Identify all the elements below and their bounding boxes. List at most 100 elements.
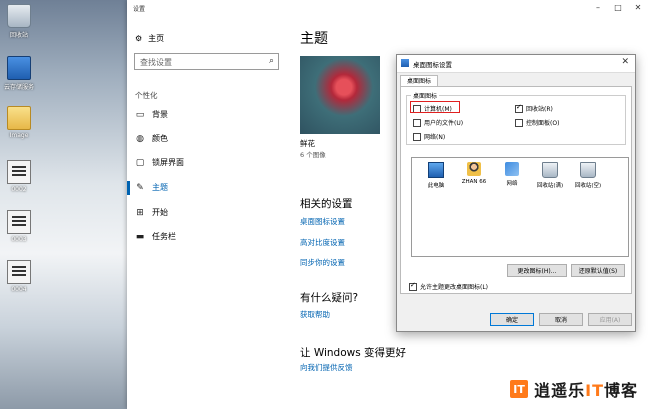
checkbox-label: 回收站(R) — [526, 106, 553, 113]
highlight-box — [410, 101, 460, 113]
checkbox-box[interactable] — [515, 103, 523, 113]
network-icon — [505, 162, 519, 176]
checkbox-allow-themes[interactable]: 允许主题更改桌面图标(L) — [409, 281, 488, 291]
file-icon — [7, 210, 31, 234]
desktop-icon-label: 回收站 — [9, 32, 28, 39]
brush-icon: ✎ — [136, 182, 144, 193]
restore-default-button[interactable]: 还原默认值(S) — [571, 264, 625, 277]
image-icon: ▭ — [135, 109, 145, 120]
checkbox-box[interactable] — [413, 118, 421, 127]
search-input[interactable]: 查找设置 ⌕ — [134, 53, 279, 70]
palette-icon: ◍ — [136, 133, 144, 144]
watermark-text: 逍遥乐IT博客 — [534, 377, 638, 401]
watermark-text-after: 博客 — [603, 381, 638, 400]
recycle-bin-icon — [7, 4, 31, 28]
start-icon: ⊞ — [136, 207, 144, 218]
nav-item-taskbar[interactable]: ▬ 任务栏 — [135, 231, 176, 242]
change-icon-button[interactable]: 更改图标(H)... — [507, 264, 567, 277]
section-label: 个性化 — [135, 91, 158, 100]
watermark: IT 逍遥乐IT博客 — [510, 377, 638, 401]
icon-label: 回收站(满) — [536, 183, 564, 189]
checkbox-label: 网络(N) — [424, 134, 446, 141]
checkbox-box[interactable] — [409, 281, 417, 291]
sync-settings-link[interactable]: 同步你的设置 — [300, 257, 345, 268]
question-title: 有什么疑问? — [300, 292, 359, 304]
lock-screen-icon: ▢ — [135, 157, 145, 168]
checkbox-box[interactable] — [515, 118, 523, 127]
checkbox-label: 用户的文件(U) — [424, 120, 464, 127]
nav-home[interactable]: ⚙ 主页 — [135, 33, 164, 44]
desktop-icon-label: 0002 — [11, 186, 27, 193]
icon-network[interactable]: 网络 — [494, 162, 530, 187]
get-help-link[interactable]: 获取帮助 — [300, 309, 330, 320]
page-title: 主题 — [300, 31, 328, 47]
computer-icon — [401, 59, 409, 67]
desktop-icon-label: 云存储服务 — [3, 84, 34, 91]
nav-item-label: 颜色 — [152, 134, 168, 143]
nav-item-lock-screen[interactable]: ▢ 锁屏界面 — [135, 157, 184, 168]
desktop-icon-settings-link[interactable]: 桌面图标设置 — [300, 216, 345, 227]
related-settings-title: 相关的设置 — [300, 198, 353, 210]
theme-name: 鲜花 — [300, 139, 315, 148]
icon-list: 此电脑 ZHAN 66 网络 回收站(满) 回收站(空) — [411, 157, 629, 257]
desktop-icon-0003[interactable]: 0003 — [2, 210, 36, 243]
window-title: 设置 — [133, 6, 146, 13]
home-icon: ⚙ — [135, 34, 143, 43]
nav-home-label: 主页 — [148, 34, 165, 43]
desktop-icon-label: Image — [9, 132, 29, 139]
ok-button[interactable]: 确定 — [490, 313, 534, 326]
group-label: 桌面图标 — [411, 91, 440, 100]
cancel-button[interactable]: 取消 — [539, 313, 583, 326]
desktop-icon-0004[interactable]: 0004 — [2, 260, 36, 293]
tab-panel: 桌面图标 计算机(M) 回收站(R) 用户的文件(U) 控制面板(O) 网络(N… — [400, 86, 632, 294]
dialog-title: 桌面图标设置 — [413, 61, 452, 69]
maximize-icon[interactable]: □ — [612, 3, 624, 13]
nav-item-colors[interactable]: ◍ 颜色 — [135, 133, 168, 144]
nav-item-themes[interactable]: ✎ 主题 — [135, 182, 168, 193]
computer-icon — [7, 56, 31, 80]
file-icon — [7, 260, 31, 284]
icon-user[interactable]: ZHAN 66 — [456, 162, 492, 185]
feedback-link[interactable]: 向我们提供反馈 — [300, 362, 353, 373]
icon-label: 回收站(空) — [574, 183, 602, 189]
desktop-icon-0002[interactable]: 0002 — [2, 160, 36, 193]
computer-icon — [428, 162, 444, 178]
nav-item-label: 开始 — [152, 208, 168, 217]
nav-item-start[interactable]: ⊞ 开始 — [135, 207, 168, 218]
icon-label: ZHAN 66 — [461, 179, 487, 185]
checkbox-recycle-bin[interactable]: 回收站(R) — [515, 103, 553, 113]
icon-this-pc[interactable]: 此电脑 — [418, 162, 454, 189]
dialog-title-bar: 桌面图标设置 ✕ — [397, 55, 635, 73]
folder-icon — [7, 106, 31, 130]
icon-label: 此电脑 — [427, 183, 445, 189]
recycle-bin-empty-icon — [580, 162, 596, 178]
close-icon[interactable]: ✕ — [632, 3, 644, 13]
active-indicator — [127, 181, 130, 195]
checkbox-network[interactable]: 网络(N) — [413, 132, 445, 141]
nav-item-label: 背景 — [152, 110, 168, 119]
recycle-bin-full-icon — [542, 162, 558, 178]
desktop-icon-image[interactable]: Image — [2, 106, 36, 139]
nav-item-label: 主题 — [152, 183, 168, 192]
watermark-text-it: IT — [585, 381, 604, 400]
close-icon[interactable]: ✕ — [621, 57, 629, 67]
checkbox-user-files[interactable]: 用户的文件(U) — [413, 118, 463, 127]
taskbar-icon: ▬ — [135, 231, 145, 242]
desktop-icon-label: 0003 — [11, 236, 27, 243]
improve-windows-title: 让 Windows 变得更好 — [300, 347, 407, 359]
nav-item-background[interactable]: ▭ 背景 — [135, 109, 168, 120]
icon-recycle-full[interactable]: 回收站(满) — [532, 162, 568, 189]
apply-button[interactable]: 应用(A) — [588, 313, 632, 326]
theme-image-count: 6 个图像 — [300, 151, 326, 159]
icon-recycle-empty[interactable]: 回收站(空) — [570, 162, 606, 189]
icon-label: 网络 — [506, 181, 518, 187]
user-folder-icon — [467, 162, 481, 176]
desktop-icon-recycle-bin[interactable]: 回收站 — [2, 4, 36, 39]
desktop-icon-cloud-service[interactable]: 云存储服务 — [2, 56, 36, 91]
checkbox-box[interactable] — [413, 132, 421, 141]
brand-logo-icon: IT — [510, 380, 529, 398]
theme-thumbnail[interactable] — [300, 56, 380, 134]
high-contrast-link[interactable]: 高对比度设置 — [300, 237, 345, 248]
checkbox-control-panel[interactable]: 控制面板(O) — [515, 118, 559, 127]
minimize-icon[interactable]: – — [592, 3, 604, 13]
